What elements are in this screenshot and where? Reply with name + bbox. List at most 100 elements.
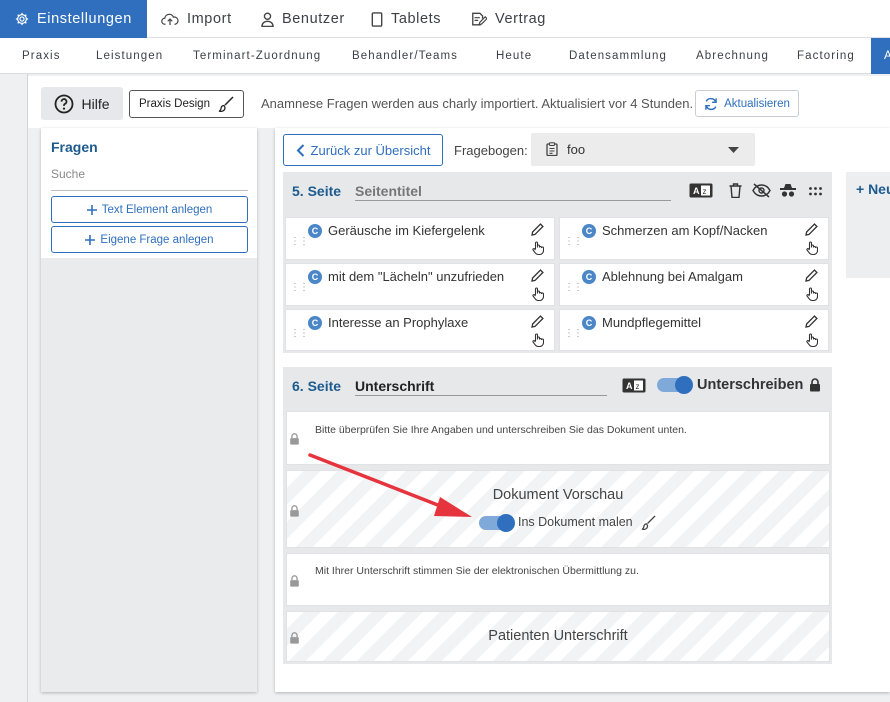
drag-handle-icon[interactable]: ⋮⋮ bbox=[290, 236, 309, 247]
page-5-number: 5. Seite bbox=[292, 183, 342, 199]
tab-einstellungen[interactable]: Einstellungen bbox=[0, 0, 147, 38]
document-preview-block[interactable]: Dokument Vorschau Ins Dokument malen bbox=[286, 470, 830, 548]
subtab-abrechnung[interactable]: Abrechnung bbox=[696, 38, 769, 74]
pencil-icon[interactable] bbox=[531, 315, 544, 328]
question-card[interactable]: ⋮⋮ C Schmerzen am Kopf/Nacken bbox=[559, 217, 829, 260]
chevron-left-icon bbox=[296, 143, 304, 157]
pencil-icon[interactable] bbox=[805, 315, 818, 328]
translate-icon[interactable]: Az bbox=[622, 378, 646, 393]
new-page-button[interactable]: + Neu bbox=[846, 172, 890, 278]
question-card[interactable]: ⋮⋮ C Ablehnung bei Amalgam bbox=[559, 263, 829, 306]
user-icon bbox=[261, 11, 274, 27]
tablet-icon bbox=[371, 11, 383, 27]
search-placeholder: Suche bbox=[51, 167, 86, 181]
text-block[interactable]: Mit Ihrer Unterschrift stimmen Sie der e… bbox=[286, 553, 830, 606]
charly-badge: C bbox=[308, 316, 322, 330]
tab-label: Benutzer bbox=[282, 11, 345, 27]
patient-signature-label: Patienten Unterschrift bbox=[488, 628, 628, 644]
subtab-factoring[interactable]: Factoring bbox=[797, 38, 855, 74]
paint-in-document-toggle[interactable] bbox=[479, 514, 515, 532]
incognito-icon[interactable] bbox=[780, 183, 796, 198]
refresh-label: Aktualisieren bbox=[724, 97, 790, 110]
drag-handle-icon[interactable]: ⋮⋮ bbox=[564, 328, 583, 339]
refresh-button[interactable]: Aktualisieren bbox=[695, 90, 799, 117]
hand-pointer-icon[interactable] bbox=[806, 333, 818, 347]
svg-text:z: z bbox=[636, 382, 640, 391]
toggle-knob bbox=[675, 376, 693, 394]
pencil-icon[interactable] bbox=[805, 223, 818, 236]
help-button[interactable]: Hilfe bbox=[41, 87, 123, 120]
drag-grid-icon[interactable] bbox=[809, 187, 822, 196]
brush-icon bbox=[641, 515, 656, 530]
translate-icon[interactable]: Az bbox=[689, 183, 713, 198]
eye-slash-icon[interactable] bbox=[752, 183, 771, 198]
svg-text:A: A bbox=[693, 186, 700, 196]
question-label: mit dem "Lächeln" unzufrieden bbox=[328, 269, 505, 284]
svg-text:A: A bbox=[626, 381, 633, 391]
question-card[interactable]: ⋮⋮ C mit dem "Lächeln" unzufrieden bbox=[285, 263, 555, 306]
cloud-upload-icon bbox=[161, 13, 179, 25]
text-block[interactable]: Bitte überprüfen Sie Ihre Angaben und un… bbox=[286, 411, 830, 465]
add-custom-question-button[interactable]: Eigene Frage anlegen bbox=[51, 226, 248, 253]
drag-handle-icon[interactable]: ⋮⋮ bbox=[564, 282, 583, 293]
subtab-leistungen[interactable]: Leistungen bbox=[96, 38, 163, 74]
question-label: Schmerzen am Kopf/Nacken bbox=[602, 223, 768, 238]
hand-pointer-icon[interactable] bbox=[806, 241, 818, 255]
lock-icon bbox=[810, 378, 820, 392]
subtab-datensammlung[interactable]: Datensammlung bbox=[569, 38, 667, 74]
hand-pointer-icon[interactable] bbox=[806, 287, 818, 301]
subtab-behandler-teams[interactable]: Behandler/Teams bbox=[352, 38, 458, 74]
tab-label: Import bbox=[187, 11, 232, 27]
question-card[interactable]: ⋮⋮ C Geräusche im Kiefergelenk bbox=[285, 217, 555, 260]
hand-pointer-icon[interactable] bbox=[532, 287, 544, 301]
question-card[interactable]: ⋮⋮ C Interesse an Prophylaxe bbox=[285, 309, 555, 351]
clipboard-icon bbox=[546, 142, 558, 156]
questionnaire-value: foo bbox=[567, 142, 586, 157]
charly-badge: C bbox=[582, 270, 596, 284]
drag-handle-icon[interactable]: ⋮⋮ bbox=[290, 282, 309, 293]
subtab-terminart-zuordnung[interactable]: Terminart-Zuordnung bbox=[193, 38, 321, 74]
tab-import[interactable]: Import bbox=[161, 0, 232, 38]
plus-icon bbox=[86, 204, 97, 215]
page-5-title-input[interactable]: Seitentitel bbox=[355, 183, 671, 201]
charly-badge: C bbox=[582, 224, 596, 238]
page-6-title-input[interactable]: Unterschrift bbox=[355, 378, 607, 396]
add-text-element-label: Text Element anlegen bbox=[101, 203, 213, 216]
tab-tablets[interactable]: Tablets bbox=[371, 0, 441, 38]
charly-badge: C bbox=[308, 224, 322, 238]
subtab-heute[interactable]: Heute bbox=[496, 38, 532, 74]
tab-benutzer[interactable]: Benutzer bbox=[261, 0, 345, 38]
questionnaire-label: Fragebogen: bbox=[454, 143, 528, 158]
brush-icon bbox=[218, 96, 234, 112]
refresh-icon bbox=[705, 97, 717, 110]
trash-icon[interactable] bbox=[729, 183, 742, 198]
subtab-active[interactable]: A bbox=[871, 38, 890, 74]
question-card[interactable]: ⋮⋮ C Mundpflegemittel bbox=[559, 309, 829, 351]
new-page-label: + Neu bbox=[856, 181, 890, 197]
hand-pointer-icon[interactable] bbox=[532, 333, 544, 347]
question-label: Ablehnung bei Amalgam bbox=[602, 269, 743, 284]
subtab-praxis[interactable]: Praxis bbox=[22, 38, 61, 74]
praxis-design-label: Praxis Design bbox=[139, 98, 210, 110]
tab-vertrag[interactable]: Vertrag bbox=[471, 0, 546, 38]
add-custom-question-label: Eigene Frage anlegen bbox=[100, 233, 214, 246]
sign-label: Unterschreiben bbox=[697, 377, 804, 393]
pencil-icon[interactable] bbox=[531, 223, 544, 236]
sign-toggle[interactable] bbox=[657, 376, 693, 394]
back-label: Zurück zur Übersicht bbox=[310, 142, 431, 158]
question-label: Geräusche im Kiefergelenk bbox=[328, 223, 485, 238]
questions-panel: Fragen Suche Text Element anlegen Eigene… bbox=[41, 128, 257, 692]
sub-navigation: Praxis Leistungen Terminart-Zuordnung Be… bbox=[0, 38, 890, 74]
praxis-design-button[interactable]: Praxis Design bbox=[129, 90, 244, 118]
patient-signature-block[interactable]: Patienten Unterschrift bbox=[286, 611, 830, 662]
back-to-overview-button[interactable]: Zurück zur Übersicht bbox=[283, 134, 443, 166]
hand-pointer-icon[interactable] bbox=[532, 241, 544, 255]
search-input[interactable]: Suche bbox=[51, 167, 248, 191]
lock-icon bbox=[290, 433, 299, 445]
add-text-element-button[interactable]: Text Element anlegen bbox=[51, 196, 248, 223]
pencil-icon[interactable] bbox=[531, 269, 544, 282]
drag-handle-icon[interactable]: ⋮⋮ bbox=[564, 236, 583, 247]
questionnaire-select[interactable]: foo bbox=[531, 133, 755, 166]
pencil-icon[interactable] bbox=[805, 269, 818, 282]
drag-handle-icon[interactable]: ⋮⋮ bbox=[290, 328, 309, 339]
